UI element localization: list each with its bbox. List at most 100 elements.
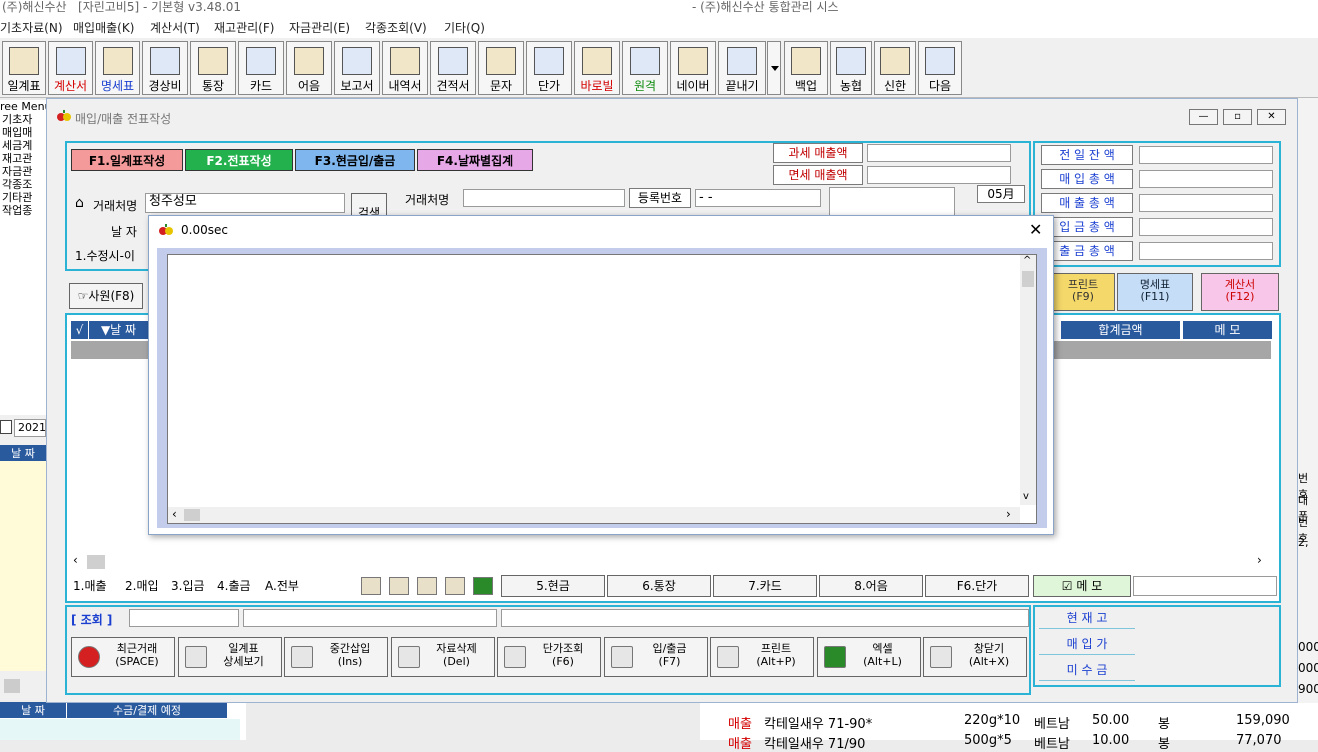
tree-item-1[interactable]: 기초자	[0, 113, 46, 126]
tree-item-0[interactable]: ree Menu	[0, 100, 46, 113]
grid-col-memo[interactable]: 메 모	[1183, 321, 1273, 339]
toolbar-button-4[interactable]: 통장	[190, 41, 236, 95]
toolbar-button-2[interactable]: 명세표	[95, 41, 140, 95]
filter-tab-3[interactable]: 4.출금	[217, 577, 251, 594]
filter-tab-2[interactable]: 3.입금	[171, 577, 205, 594]
menu-item-3[interactable]: 재고관리(F)	[214, 19, 274, 36]
h-scroll-thumb[interactable]	[184, 509, 200, 521]
scroll-down-icon[interactable]: v	[1023, 491, 1029, 502]
totals-field-3[interactable]	[1139, 218, 1273, 236]
scroll-left-icon[interactable]: ‹	[172, 507, 177, 521]
toolbar-dropdown-button[interactable]	[767, 41, 781, 95]
toolbar-button-13[interactable]: 원격	[622, 41, 668, 95]
lookup-field-2[interactable]	[243, 609, 497, 627]
toolbar-button-16[interactable]: 백업	[784, 41, 828, 95]
filter-tab-1[interactable]: 2.매입	[125, 577, 159, 594]
tools-icon[interactable]	[445, 577, 465, 595]
action-button-7[interactable]: 엑셀 (Alt+L)	[816, 637, 921, 677]
left-scroll-thumb[interactable]	[4, 679, 20, 693]
filter-button-0[interactable]: 5.현금	[501, 575, 605, 597]
totals-field-1[interactable]	[1139, 170, 1273, 188]
dialog-list-box[interactable]: ^ v ‹ ›	[167, 254, 1037, 524]
tree-item-3[interactable]: 세금계	[0, 139, 46, 152]
filter-button-1[interactable]: 6.통장	[607, 575, 711, 597]
toolbar-button-5[interactable]: 카드	[238, 41, 284, 95]
toolbar-button-11[interactable]: 단가	[526, 41, 572, 95]
toolbar-button-15[interactable]: 끝내기	[718, 41, 766, 95]
filter-tab-0[interactable]: 1.매출	[73, 577, 107, 594]
tree-item-5[interactable]: 자금관	[0, 165, 46, 178]
action-button-8[interactable]: 창닫기 (Alt+X)	[923, 637, 1027, 677]
statement-f11-button[interactable]: 명세표 (F11)	[1117, 273, 1193, 311]
toolbar-button-19[interactable]: 다음	[918, 41, 962, 95]
menu-item-1[interactable]: 매입매출(K)	[73, 19, 134, 36]
tree-item-4[interactable]: 재고관	[0, 152, 46, 165]
taxable-sales-field[interactable]	[867, 144, 1011, 162]
tree-item-6[interactable]: 각종조	[0, 178, 46, 191]
tab-daily-ledger[interactable]: F1.일계표작성	[71, 149, 183, 171]
grid-col-date[interactable]: ▼날 짜	[89, 321, 149, 339]
toolbar-button-7[interactable]: 보고서	[334, 41, 380, 95]
toolbar-button-14[interactable]: 네이버	[670, 41, 716, 95]
memo-checkbox[interactable]: ☑ 메 모	[1033, 575, 1131, 597]
excel-icon[interactable]	[473, 577, 493, 595]
tree-item-8[interactable]: 작업종	[0, 204, 46, 217]
customer-name-field[interactable]: 청주성모	[145, 193, 345, 213]
totals-field-2[interactable]	[1139, 194, 1273, 212]
v-scroll-thumb[interactable]	[1022, 271, 1034, 287]
action-button-5[interactable]: 입/출금 (F7)	[603, 637, 708, 677]
tab-by-date[interactable]: F4.날짜별집계	[417, 149, 533, 171]
shell-icon[interactable]	[389, 577, 409, 595]
reg-number-field[interactable]: - -	[695, 189, 821, 207]
toolbar-button-12[interactable]: 바로빌	[574, 41, 620, 95]
totals-field-4[interactable]	[1139, 242, 1273, 260]
print-f9-button[interactable]: 프린트 (F9)	[1051, 273, 1115, 311]
filter-button-2[interactable]: 7.카드	[713, 575, 817, 597]
toolbar-button-18[interactable]: 신한	[874, 41, 916, 95]
toolbar-button-9[interactable]: 견적서	[430, 41, 476, 95]
tab-cash[interactable]: F3.현금입/출금	[295, 149, 415, 171]
action-button-0[interactable]: 최근거래 (SPACE)	[71, 637, 175, 677]
tree-item-2[interactable]: 매입매	[0, 126, 46, 139]
staff-button[interactable]: ☞사원(F8)	[69, 283, 143, 309]
totals-field-0[interactable]	[1139, 146, 1273, 164]
grid-h-scrollbar[interactable]: ‹ ›	[71, 553, 1271, 571]
toolbar-button-6[interactable]: 어음	[286, 41, 332, 95]
minimize-button[interactable]: —	[1189, 109, 1218, 125]
scroll-right-icon[interactable]: ›	[1006, 507, 1011, 521]
calculator-icon[interactable]	[417, 577, 437, 595]
year-field[interactable]: 2021.	[14, 419, 46, 437]
tree-item-7[interactable]: 기타관	[0, 191, 46, 204]
restore-button[interactable]: ▫	[1223, 109, 1252, 125]
menu-item-5[interactable]: 각종조회(V)	[365, 19, 427, 36]
toolbar-button-8[interactable]: 내역서	[382, 41, 428, 95]
action-button-1[interactable]: 일계표 상세보기	[177, 637, 282, 677]
action-button-2[interactable]: 중간삽입 (Ins)	[284, 637, 388, 677]
toolbar-button-3[interactable]: 경상비	[142, 41, 188, 95]
exempt-sales-field[interactable]	[867, 166, 1011, 184]
memo-area[interactable]	[829, 187, 955, 217]
toolbar-button-17[interactable]: 농협	[830, 41, 872, 95]
filter-button-4[interactable]: F6.단가	[925, 575, 1029, 597]
customer-name-field-2[interactable]	[463, 189, 625, 207]
tab-voucher[interactable]: F2.전표작성	[185, 149, 293, 171]
action-button-6[interactable]: 프린트 (Alt+P)	[710, 637, 814, 677]
list-h-scrollbar[interactable]: ‹ ›	[168, 507, 1020, 523]
toolbar-button-1[interactable]: 계산서	[48, 41, 93, 95]
menu-item-4[interactable]: 자금관리(E)	[289, 19, 350, 36]
filter-button-3[interactable]: 8.어음	[819, 575, 923, 597]
menu-item-6[interactable]: 기타(Q)	[444, 19, 485, 36]
close-icon[interactable]: ✕	[1029, 220, 1042, 239]
close-child-button[interactable]: ✕	[1257, 109, 1286, 125]
list-v-scrollbar[interactable]: ^ v	[1020, 255, 1036, 505]
filter-tab-4[interactable]: A.전부	[265, 577, 299, 594]
lookup-field-1[interactable]	[129, 609, 239, 627]
grid-col-check[interactable]: √	[71, 321, 89, 339]
invoice-f12-button[interactable]: 계산서 (F12)	[1201, 273, 1279, 311]
grid-col-total[interactable]: 합계금액	[1061, 321, 1181, 339]
memo-field[interactable]	[1133, 576, 1277, 596]
menu-item-2[interactable]: 계산서(T)	[150, 19, 200, 36]
menu-item-0[interactable]: 기초자료(N)	[0, 19, 63, 36]
scroll-up-icon[interactable]: ^	[1023, 255, 1031, 266]
footprint-icon[interactable]	[361, 577, 381, 595]
